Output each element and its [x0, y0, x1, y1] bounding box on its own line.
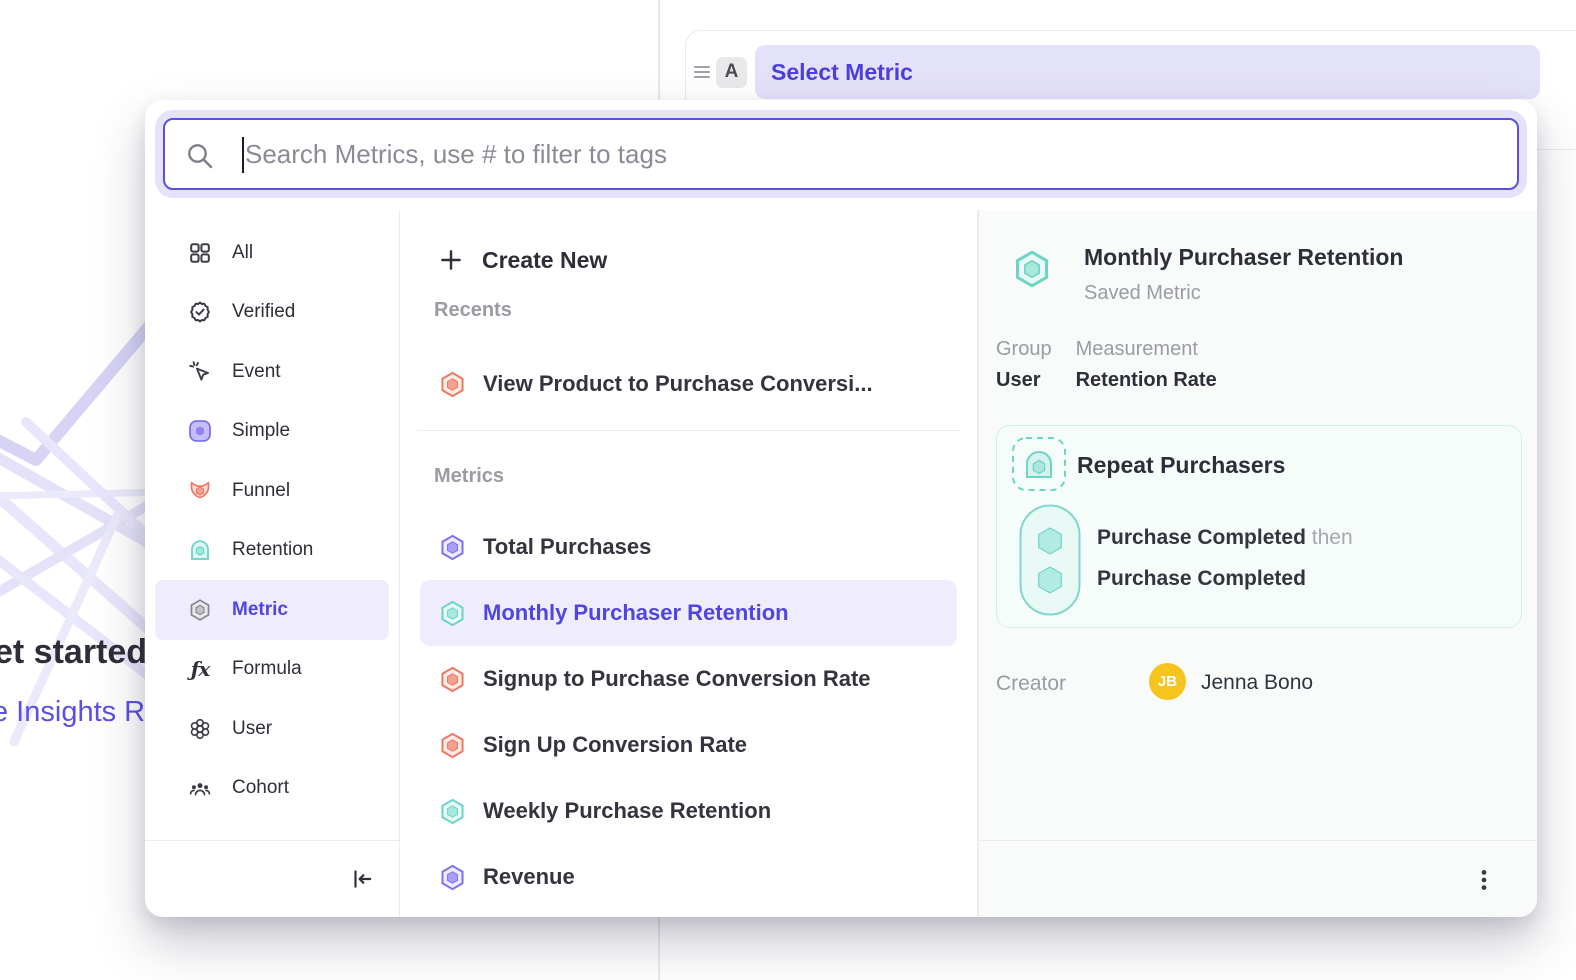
creator-avatar: JB — [1149, 663, 1186, 700]
metric-label: Revenue — [483, 864, 575, 890]
sidebar-item-retention[interactable]: Retention — [155, 521, 389, 581]
retention-metric-icon — [1011, 248, 1053, 290]
metric-list-column: Create New Recents View Product to Purch… — [400, 210, 978, 917]
funnel-metric-icon — [188, 479, 212, 503]
metric-list-item[interactable]: Total Purchases — [420, 514, 957, 580]
metric-label: Monthly Purchaser Retention — [483, 600, 789, 626]
saved-metric-definition-card: Repeat Purchasers Purchase Completed the… — [996, 425, 1522, 628]
metric-hexagon-icon — [188, 598, 212, 622]
sidebar-item-label: Funnel — [232, 480, 290, 502]
search-input[interactable] — [165, 120, 1517, 188]
cohort-people-icon — [188, 776, 212, 800]
sidebar-item-simple[interactable]: Simple — [155, 402, 389, 462]
sidebar-item-verified[interactable]: Verified — [155, 283, 389, 343]
detail-subtitle: Saved Metric — [1084, 282, 1201, 305]
metric-label: Total Purchases — [483, 534, 651, 560]
screen: et started. e Insights Re A Select Metri… — [0, 0, 1576, 980]
formula-icon: ƒx — [188, 657, 212, 681]
group-label: Group — [996, 338, 1052, 361]
creator-label: Creator — [996, 672, 1066, 696]
detail-meta: Group User Measurement Retention Rate — [996, 338, 1217, 392]
saved-retention-report-icon — [1011, 436, 1067, 497]
retention-metric-icon — [438, 599, 467, 628]
metric-label: Signup to Purchase Conversion Rate — [483, 666, 871, 692]
detail-footer — [979, 840, 1537, 917]
background-headline-fragment: et started. — [0, 633, 157, 672]
measurement-label: Measurement — [1076, 338, 1217, 361]
search-section — [145, 100, 1537, 210]
retention-metric-icon — [188, 538, 212, 562]
sidebar-item-funnel[interactable]: Funnel — [155, 461, 389, 521]
grid-icon — [188, 241, 212, 265]
group-value: User — [996, 369, 1052, 392]
sidebar-item-metric[interactable]: Metric — [155, 580, 389, 640]
measurement-value: Retention Rate — [1076, 369, 1217, 392]
step-connector: then — [1312, 526, 1353, 549]
search-box — [163, 118, 1519, 190]
sidebar-item-cohort[interactable]: Cohort — [155, 759, 389, 819]
drag-handle-icon[interactable] — [694, 66, 710, 78]
user-cluster-icon — [188, 717, 212, 741]
funnel-metric-icon — [438, 665, 467, 694]
retention-step-1: Purchase Completed then — [1097, 526, 1353, 550]
recent-item-label: View Product to Purchase Conversi... — [483, 371, 873, 397]
sidebar-item-label: Verified — [232, 301, 295, 323]
background-insights-link[interactable]: e Insights Re — [0, 696, 161, 729]
retention-steps-pill — [1019, 504, 1081, 621]
sidebar-item-label: Formula — [232, 658, 302, 680]
metric-list-item[interactable]: Weekly Purchase Retention — [420, 778, 957, 844]
create-new-button[interactable]: Create New — [438, 237, 977, 283]
metric-detail-panel: Monthly Purchaser Retention Saved Metric… — [978, 210, 1537, 917]
select-metric-pill[interactable]: Select Metric — [755, 45, 1540, 99]
metrics-section-label: Metrics — [434, 465, 977, 488]
metric-selector-modal: All Verified — [145, 100, 1537, 917]
create-new-label: Create New — [482, 247, 607, 274]
recent-item[interactable]: View Product to Purchase Conversi... — [400, 354, 977, 414]
sidebar-item-formula[interactable]: ƒx Formula — [155, 640, 389, 700]
metric-list-item[interactable]: Sign Up Conversion Rate — [420, 712, 957, 778]
sidebar-item-all[interactable]: All — [155, 223, 389, 283]
sidebar-item-label: Event — [232, 361, 281, 383]
metric-list-item[interactable]: Revenue — [420, 844, 957, 910]
simple-metric-icon — [438, 863, 467, 892]
creator-name: Jenna Bono — [1201, 671, 1313, 695]
sidebar-item-label: Metric — [232, 599, 288, 621]
saved-metric-card-title: Repeat Purchasers — [1077, 452, 1285, 479]
type-filter-sidebar: All Verified — [145, 210, 400, 917]
sidebar-item-label: User — [232, 718, 272, 740]
detail-title: Monthly Purchaser Retention — [1084, 244, 1403, 271]
funnel-metric-icon — [438, 731, 467, 760]
sidebar-item-event[interactable]: Event — [155, 342, 389, 402]
sidebar-footer — [145, 840, 399, 917]
series-a-badge[interactable]: A — [716, 57, 747, 88]
plus-icon — [438, 247, 464, 273]
funnel-metric-icon — [438, 370, 467, 399]
sidebar-item-label: Simple — [232, 420, 290, 442]
list-divider — [417, 430, 961, 431]
metric-list-item[interactable]: Signup to Purchase Conversion Rate — [420, 646, 957, 712]
sidebar-item-label: Cohort — [232, 777, 289, 799]
verified-badge-icon — [188, 300, 212, 324]
metric-label: Sign Up Conversion Rate — [483, 732, 747, 758]
metric-label: Weekly Purchase Retention — [483, 798, 771, 824]
retention-step-2: Purchase Completed — [1097, 567, 1306, 591]
retention-metric-icon — [438, 797, 467, 826]
sidebar-item-label: All — [232, 242, 253, 264]
event-cursor-icon — [188, 360, 212, 384]
simple-metric-icon — [188, 419, 212, 443]
metrics-list: Total Purchases Monthly Purchaser Retent… — [400, 514, 977, 910]
sidebar-item-label: Retention — [232, 539, 313, 561]
more-options-icon[interactable] — [1471, 867, 1497, 898]
sidebar-item-user[interactable]: User — [155, 699, 389, 759]
recents-section-label: Recents — [434, 299, 977, 322]
simple-metric-icon — [438, 533, 467, 562]
metric-list-item-selected[interactable]: Monthly Purchaser Retention — [420, 580, 957, 646]
collapse-sidebar-icon[interactable] — [349, 866, 375, 897]
